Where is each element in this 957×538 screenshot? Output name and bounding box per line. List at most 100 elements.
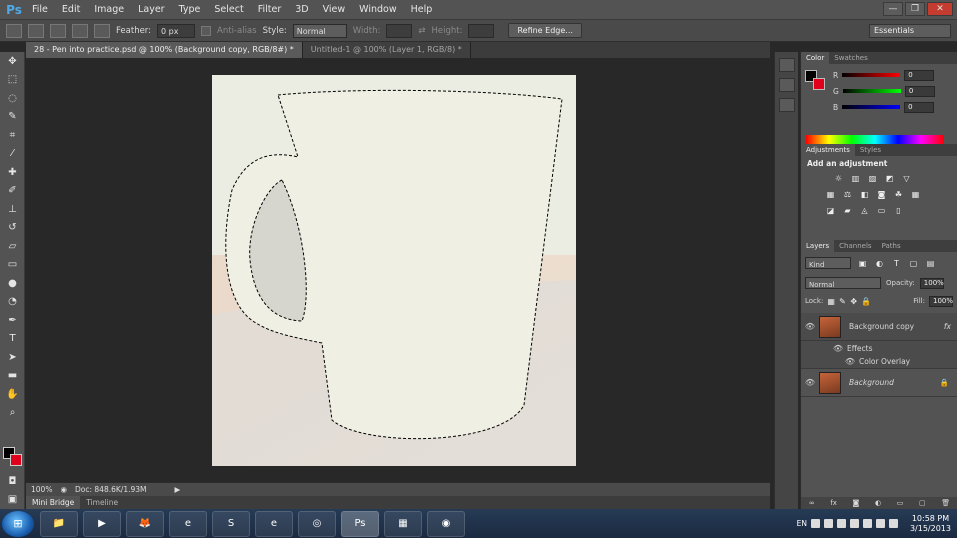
screen-mode-icon[interactable]: ▣ <box>0 490 25 509</box>
fill-input[interactable]: 100% <box>928 295 953 307</box>
tray-icon-2[interactable] <box>823 519 833 528</box>
properties-panel-icon[interactable] <box>778 78 795 92</box>
filter-adjustment-icon[interactable]: ◐ <box>874 258 885 268</box>
threshold-icon[interactable]: ◬ <box>859 205 870 215</box>
color-overlay-row[interactable]: 👁 Color Overlay <box>801 355 957 369</box>
effects-eye-icon[interactable]: 👁 <box>829 344 847 353</box>
photoshop-taskbar-icon[interactable]: Ps <box>341 510 379 537</box>
levels-icon[interactable]: ▥ <box>850 173 861 183</box>
filter-type-icon[interactable]: T <box>891 258 902 268</box>
internet-explorer-icon[interactable]: e <box>169 510 207 537</box>
color-lookup-icon[interactable]: ▦ <box>910 189 921 199</box>
blur-tool-icon[interactable]: ● <box>0 274 25 293</box>
menu-filter[interactable]: Filter <box>251 0 289 20</box>
green-slider[interactable] <box>842 89 901 93</box>
tab-pen-into-practice[interactable]: 28 - Pen into practice.psd @ 100% (Backg… <box>26 42 303 58</box>
visibility-eye-icon[interactable]: 👁 <box>801 322 819 331</box>
gradient-map-icon[interactable]: ▭ <box>876 205 887 215</box>
intersect-selection-icon[interactable] <box>94 23 110 38</box>
layer-filter-select[interactable]: Kind <box>805 257 851 269</box>
hue-saturation-icon[interactable]: ▦ <box>825 189 836 199</box>
eraser-tool-icon[interactable]: ▱ <box>0 237 25 256</box>
lock-position-icon[interactable]: ✥ <box>850 296 857 306</box>
zoom-tool-icon[interactable]: ⌕ <box>0 404 25 423</box>
green-value[interactable]: 0 <box>904 85 935 97</box>
tray-icon-1[interactable] <box>810 519 820 528</box>
red-slider[interactable] <box>842 73 901 77</box>
lock-transparent-icon[interactable]: ▦ <box>827 296 835 306</box>
explorer-icon[interactable]: 📁 <box>40 510 78 537</box>
tray-icon-5[interactable] <box>862 519 872 528</box>
style-select[interactable]: Normal <box>292 23 347 38</box>
menu-select[interactable]: Select <box>207 0 250 20</box>
black-white-icon[interactable]: ◧ <box>859 189 870 199</box>
add-style-icon[interactable]: fx <box>830 499 837 507</box>
brush-tool-icon[interactable]: ✐ <box>0 182 25 201</box>
start-button[interactable]: ⊞ <box>2 510 34 537</box>
dodge-tool-icon[interactable]: ◔ <box>0 293 25 312</box>
eyedropper-tool-icon[interactable]: ⁄ <box>0 145 25 164</box>
firefox-icon[interactable]: 🦊 <box>126 510 164 537</box>
height-input[interactable] <box>468 23 495 38</box>
layer-name[interactable]: Background copy <box>849 322 944 331</box>
exposure-icon[interactable]: ◩ <box>884 173 895 183</box>
red-value[interactable]: 0 <box>904 69 935 81</box>
fx-icon[interactable]: fx <box>944 322 951 331</box>
healing-brush-tool-icon[interactable]: ✚ <box>0 163 25 182</box>
lock-all-icon[interactable]: 🔒 <box>861 296 871 306</box>
vibrance-icon[interactable]: ▽ <box>901 173 912 183</box>
tab-layers[interactable]: Layers <box>801 240 835 252</box>
new-layer-icon[interactable]: ▢ <box>919 499 926 507</box>
close-button[interactable]: ✕ <box>927 2 953 16</box>
menu-type[interactable]: Type <box>172 0 208 20</box>
crop-tool-icon[interactable]: ⌗ <box>0 126 25 145</box>
curves-icon[interactable]: ▨ <box>867 173 878 183</box>
swap-icon[interactable]: ⇄ <box>418 26 425 36</box>
filter-pixel-icon[interactable]: ▣ <box>857 258 868 268</box>
brightness-icon[interactable]: ☼ <box>833 173 844 183</box>
skype-icon[interactable]: S <box>212 510 250 537</box>
menu-3d[interactable]: 3D <box>288 0 315 20</box>
status-info-icon[interactable]: ◉ <box>60 485 67 494</box>
document-canvas[interactable] <box>212 75 576 466</box>
type-tool-icon[interactable]: T <box>0 330 25 349</box>
minimize-button[interactable]: — <box>883 2 903 16</box>
tray-icon-4[interactable] <box>849 519 859 528</box>
internet-explorer-2-icon[interactable]: e <box>255 510 293 537</box>
background-layer-name[interactable]: Background <box>849 378 940 387</box>
blue-value[interactable]: 0 <box>904 101 935 113</box>
tab-swatches[interactable]: Swatches <box>829 52 872 64</box>
pen-tool-icon[interactable]: ✒ <box>0 311 25 330</box>
feather-input[interactable]: 0 px <box>157 23 196 38</box>
selective-color-icon[interactable]: ▯ <box>893 205 904 215</box>
lasso-tool-icon[interactable]: ◌ <box>0 89 25 108</box>
language-indicator[interactable]: EN <box>797 519 807 528</box>
layer-row-background-copy[interactable]: 👁 Background copy fx <box>801 313 957 341</box>
new-selection-icon[interactable] <box>28 23 44 38</box>
history-panel-icon[interactable] <box>778 58 795 72</box>
gradient-tool-icon[interactable]: ▭ <box>0 256 25 275</box>
clock[interactable]: 10:58 PM 3/15/2013 <box>910 514 951 534</box>
quick-select-tool-icon[interactable]: ✎ <box>0 108 25 127</box>
webcam-icon[interactable]: ◎ <box>298 510 336 537</box>
tab-styles[interactable]: Styles <box>855 144 886 156</box>
menu-edit[interactable]: Edit <box>55 0 87 20</box>
new-adjustment-icon[interactable]: ◐ <box>875 499 881 507</box>
menu-file[interactable]: File <box>25 0 55 20</box>
tab-color[interactable]: Color <box>801 52 830 64</box>
tab-adjustments[interactable]: Adjustments <box>801 144 855 156</box>
marquee-tool-icon[interactable]: ⬚ <box>0 71 25 90</box>
link-layers-icon[interactable]: ∞ <box>809 499 815 507</box>
chrome-icon[interactable]: ◉ <box>427 510 465 537</box>
add-mask-icon[interactable]: ◙ <box>853 499 860 507</box>
tool-preset-picker[interactable] <box>6 23 22 38</box>
filter-smart-object-icon[interactable]: ▤ <box>925 258 936 268</box>
menu-window[interactable]: Window <box>352 0 403 20</box>
clone-stamp-tool-icon[interactable]: ⊥ <box>0 200 25 219</box>
menu-help[interactable]: Help <box>404 0 440 20</box>
channel-mixer-icon[interactable]: ☘ <box>893 189 904 199</box>
quick-mask-icon[interactable]: ◘ <box>0 472 25 491</box>
media-player-icon[interactable]: ▶ <box>83 510 121 537</box>
volume-icon[interactable] <box>888 519 898 528</box>
tab-timeline[interactable]: Timeline <box>80 496 124 509</box>
